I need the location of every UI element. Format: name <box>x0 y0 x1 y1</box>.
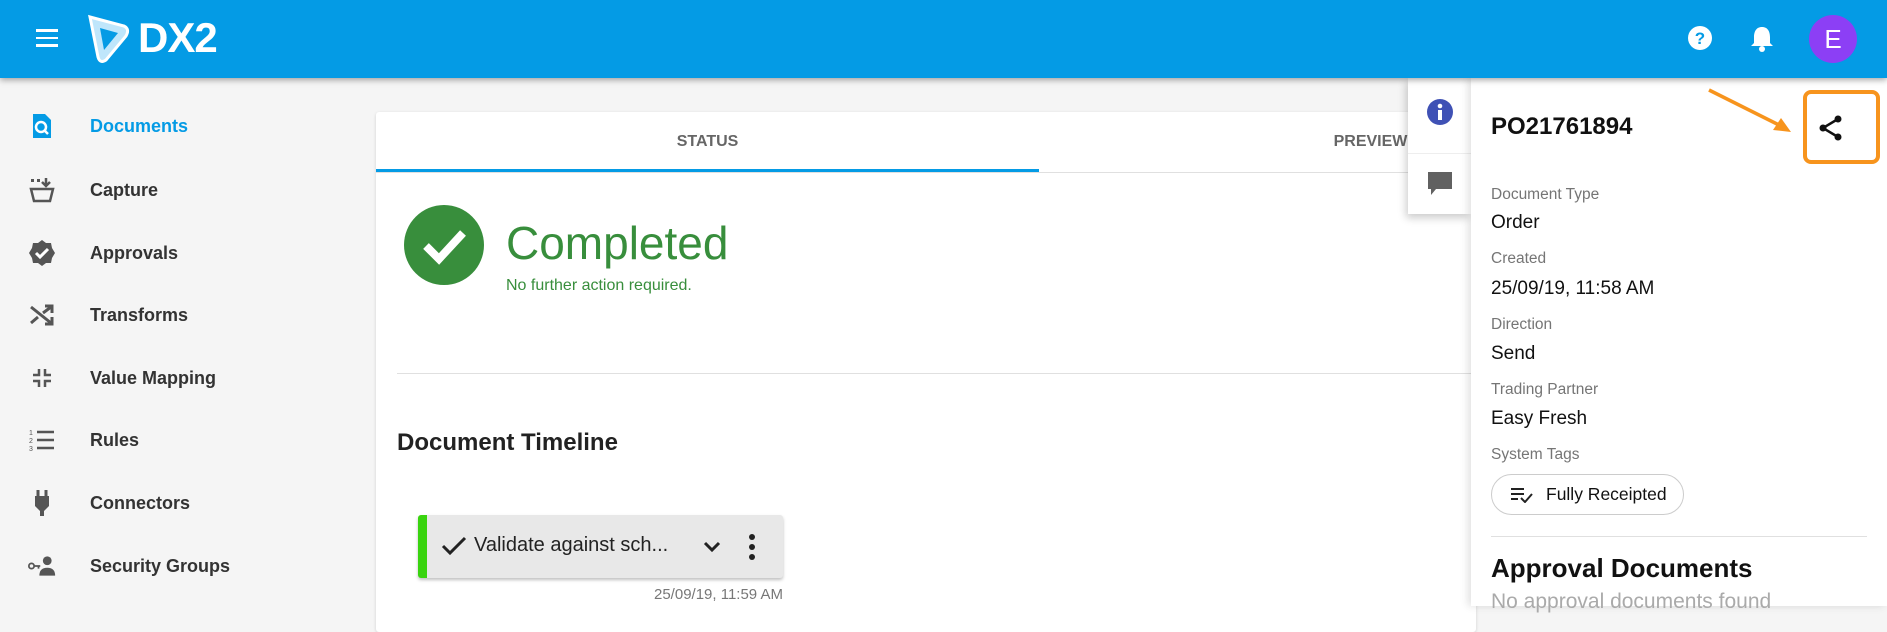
panel-rail <box>1408 78 1471 214</box>
sidebar-item-security-groups[interactable]: Security Groups <box>0 541 375 591</box>
tab-label: STATUS <box>676 133 739 150</box>
approval-documents-heading: Approval Documents <box>1491 553 1753 583</box>
document-info-panel: PO21761894 Document Type Order Created 2… <box>1471 78 1887 613</box>
field-label: Created <box>1491 250 1547 267</box>
field-value: 25/09/19, 11:58 AM <box>1491 278 1655 299</box>
tag-label: Fully Receipted <box>1546 484 1667 504</box>
tab-divider <box>376 172 1476 173</box>
capture-icon <box>28 176 56 204</box>
timeline-item-label: Validate against sch... <box>474 534 669 556</box>
chevron-down-icon[interactable] <box>702 540 722 554</box>
sidebar-item-connectors[interactable]: Connectors <box>0 478 375 528</box>
sidebar-item-documents[interactable]: Documents <box>0 101 375 151</box>
shuffle-icon <box>28 301 56 329</box>
timeline-heading: Document Timeline <box>397 429 618 456</box>
plug-icon <box>28 489 56 517</box>
sidebar-item-label: Connectors <box>90 492 191 513</box>
sidebar-item-label: Capture <box>90 179 159 200</box>
sidebar-item-label: Transforms <box>90 304 189 325</box>
document-search-icon <box>28 112 56 140</box>
status-subtitle: No further action required. <box>506 277 692 294</box>
svg-text:3: 3 <box>29 446 33 452</box>
comment-icon[interactable] <box>1426 170 1454 198</box>
document-card: STATUS PREVIEW Completed No further acti… <box>376 112 1476 632</box>
top-app-bar: DX2 ? E <box>0 0 1887 78</box>
timeline-item[interactable]: Validate against sch... <box>418 515 783 578</box>
tab-label: PREVIEW <box>1333 133 1408 150</box>
field-value: Order <box>1491 212 1540 233</box>
svg-text:1: 1 <box>29 430 33 437</box>
sidebar-item-label: Value Mapping <box>90 367 217 388</box>
divider <box>397 373 1476 374</box>
svg-text:?: ? <box>1695 29 1705 48</box>
tag-chip[interactable]: Fully Receipted <box>1491 474 1684 515</box>
dx2-logo-icon <box>88 14 130 63</box>
annotation-highlight-box <box>1803 90 1880 164</box>
sidebar-item-label: Rules <box>90 429 140 450</box>
sidebar-item-rules[interactable]: 123 Rules <box>0 415 375 465</box>
field-label: Document Type <box>1491 186 1600 203</box>
sidebar-item-transforms[interactable]: Transforms <box>0 290 375 340</box>
field-label: Trading Partner <box>1491 381 1599 398</box>
svg-text:2: 2 <box>29 438 33 445</box>
compress-icon <box>28 364 56 392</box>
system-tags-label: System Tags <box>1491 446 1580 463</box>
approval-empty-text: No approval documents found <box>1491 590 1772 613</box>
more-vert-icon[interactable] <box>747 533 757 561</box>
divider <box>1491 536 1867 537</box>
info-icon[interactable] <box>1426 98 1454 126</box>
sidebar-item-capture[interactable]: Capture <box>0 165 375 215</box>
field-value: Easy Fresh <box>1491 408 1588 429</box>
annotation-arrow-icon <box>1708 88 1791 132</box>
field-label: Direction <box>1491 316 1553 333</box>
menu-icon[interactable] <box>36 29 58 47</box>
status-title: Completed <box>506 217 729 269</box>
sidebar-item-label: Documents <box>90 115 189 136</box>
key-user-icon <box>28 552 56 580</box>
brand-name: DX2 <box>138 14 218 61</box>
user-avatar[interactable]: E <box>1809 15 1857 63</box>
sidebar-item-label: Approvals <box>90 242 179 263</box>
check-circle-icon <box>404 205 484 285</box>
timeline-item-time: 25/09/19, 11:59 AM <box>654 586 783 603</box>
notifications-bell-icon[interactable] <box>1748 24 1776 54</box>
numbered-list-icon: 123 <box>28 426 56 454</box>
panel-title: PO21761894 <box>1491 113 1633 140</box>
sidebar-item-value-mapping[interactable]: Value Mapping <box>0 353 375 403</box>
tab-status[interactable]: STATUS <box>376 112 1039 172</box>
verified-badge-icon <box>28 239 56 267</box>
sidebar-item-label: Security Groups <box>90 555 231 576</box>
check-icon <box>441 536 467 556</box>
sidebar-item-approvals[interactable]: Approvals <box>0 228 375 278</box>
playlist-check-icon <box>1511 487 1533 503</box>
field-value: Send <box>1491 343 1536 364</box>
help-icon[interactable]: ? <box>1686 24 1714 52</box>
